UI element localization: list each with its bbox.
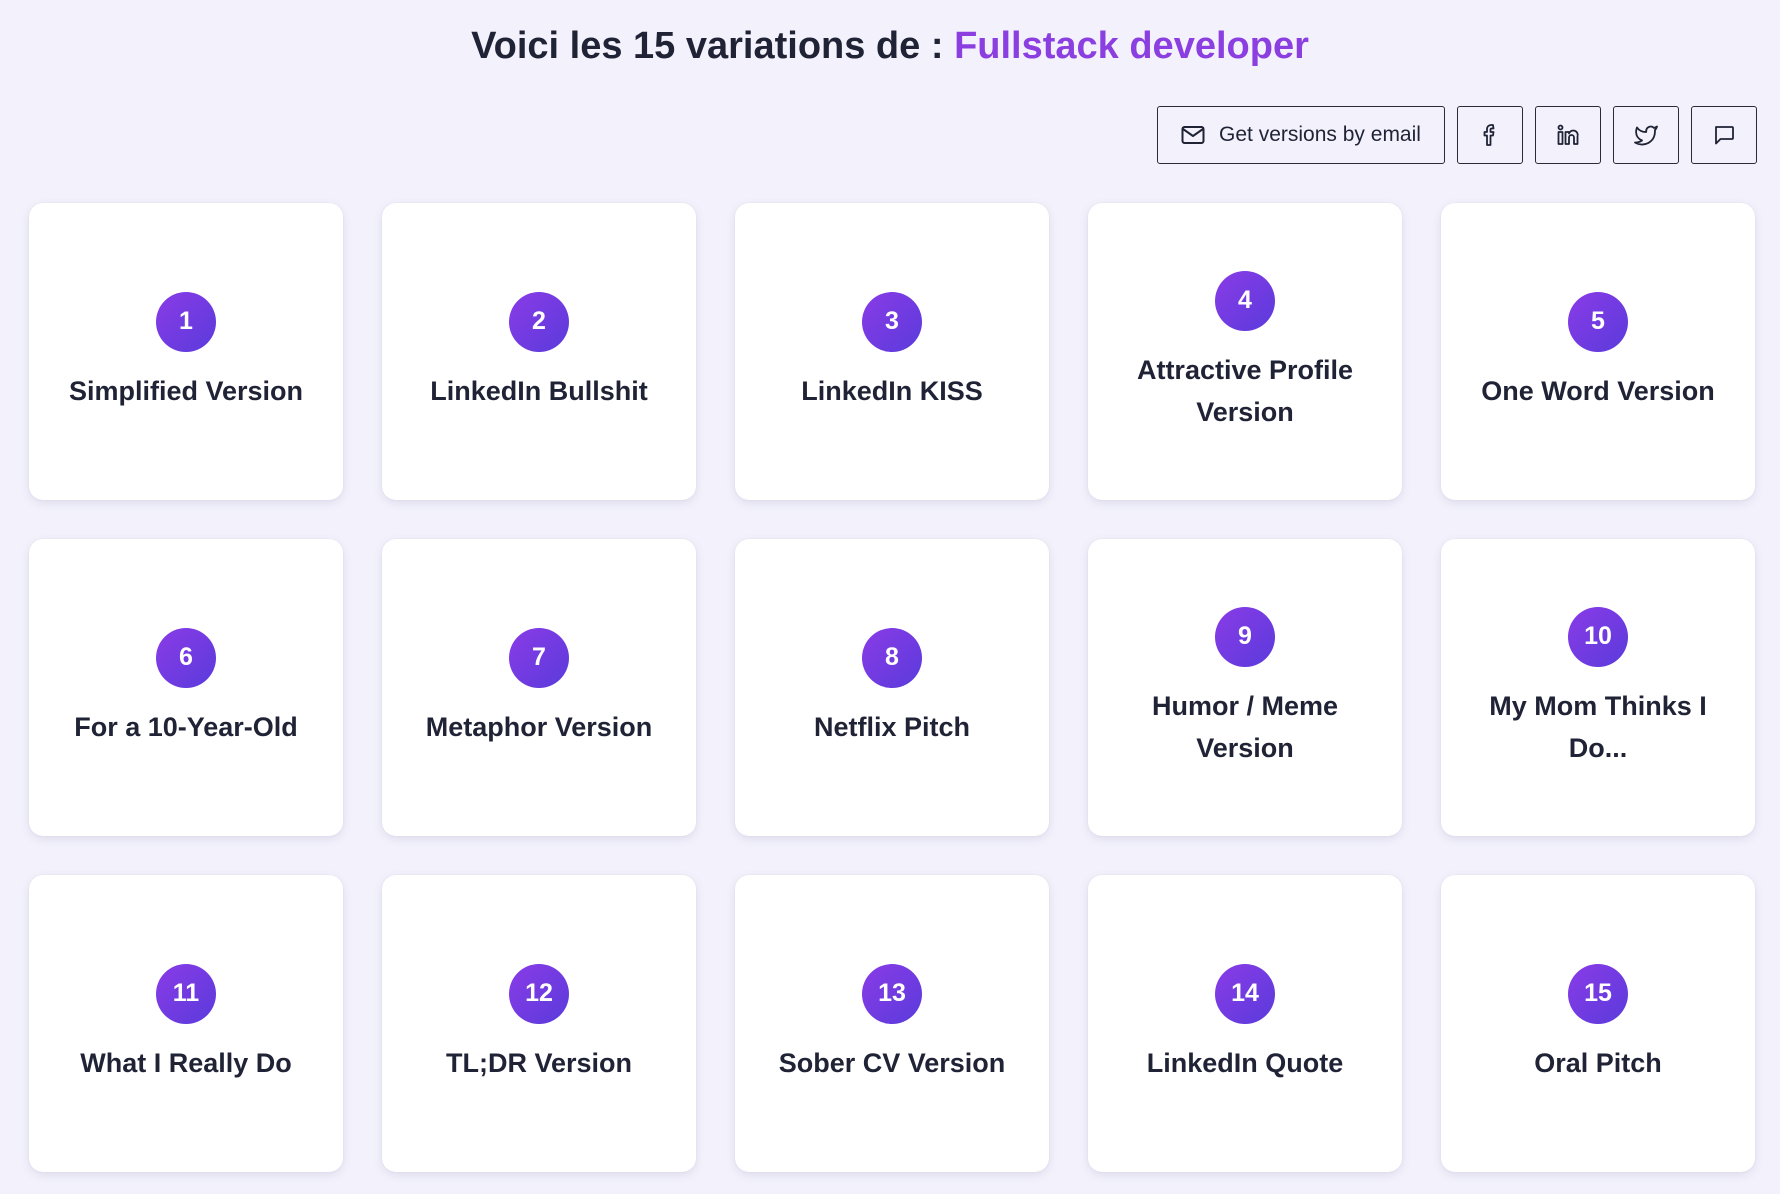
facebook-icon bbox=[1479, 123, 1501, 147]
variation-label: For a 10-Year-Old bbox=[74, 711, 298, 742]
variation-number-badge: 8 bbox=[862, 627, 922, 688]
variation-card[interactable]: 6 For a 10-Year-Old bbox=[29, 539, 343, 836]
variation-label: LinkedIn Bullshit bbox=[430, 375, 648, 406]
variation-card[interactable]: 13 Sober CV Version bbox=[735, 875, 1049, 1172]
variation-number-badge: 3 bbox=[862, 291, 922, 352]
variation-label: Oral Pitch bbox=[1534, 1047, 1662, 1078]
variation-card[interactable]: 1 Simplified Version bbox=[29, 203, 343, 500]
variation-card[interactable]: 5 One Word Version bbox=[1441, 203, 1755, 500]
variation-number-badge: 13 bbox=[862, 963, 922, 1024]
variation-number-badge: 12 bbox=[509, 963, 569, 1024]
variation-card[interactable]: 2 LinkedIn Bullshit bbox=[382, 203, 696, 500]
variations-grid: 1 Simplified Version 2 LinkedIn Bullshit 3… bbox=[29, 203, 1755, 1172]
variation-number-badge: 6 bbox=[156, 627, 216, 688]
variation-card[interactable]: 7 Metaphor Version bbox=[382, 539, 696, 836]
variation-label: Netflix Pitch bbox=[813, 711, 971, 742]
get-versions-by-email-button[interactable]: Get versions by email bbox=[1157, 106, 1445, 164]
variation-label: What I Really Do bbox=[80, 1047, 292, 1078]
twitter-share-button[interactable] bbox=[1613, 106, 1679, 164]
variation-number-badge: 4 bbox=[1215, 270, 1275, 331]
share-actions: Get versions by email bbox=[1157, 106, 1757, 164]
variation-label: Sober CV Version bbox=[778, 1047, 1006, 1078]
twitter-icon bbox=[1633, 124, 1659, 146]
title-prefix: Voici les 15 variations de : bbox=[471, 25, 955, 67]
variation-number-badge: 7 bbox=[509, 627, 569, 688]
variation-number-badge: 9 bbox=[1215, 606, 1275, 667]
variation-card[interactable]: 12 TL;DR Version bbox=[382, 875, 696, 1172]
variation-label: One Word Version bbox=[1481, 375, 1715, 406]
variation-number-badge: 15 bbox=[1568, 963, 1628, 1024]
variation-label: My Mom Thinks I Do... bbox=[1489, 690, 1707, 763]
variation-label: TL;DR Version bbox=[445, 1047, 633, 1078]
variation-label: Metaphor Version bbox=[425, 711, 653, 742]
variation-card[interactable]: 10 My Mom Thinks I Do... bbox=[1441, 539, 1755, 836]
title-highlight: Fullstack developer bbox=[954, 25, 1309, 67]
variation-number-badge: 2 bbox=[509, 291, 569, 352]
variation-card[interactable]: 15 Oral Pitch bbox=[1441, 875, 1755, 1172]
variation-card[interactable]: 8 Netflix Pitch bbox=[735, 539, 1049, 836]
variation-card[interactable]: 11 What I Really Do bbox=[29, 875, 343, 1172]
message-icon bbox=[1713, 124, 1735, 146]
variation-label: Humor / Meme Version bbox=[1151, 690, 1339, 763]
variation-number-badge: 5 bbox=[1568, 291, 1628, 352]
variation-card[interactable]: 14 LinkedIn Quote bbox=[1088, 875, 1402, 1172]
linkedin-icon bbox=[1556, 123, 1580, 147]
message-share-button[interactable] bbox=[1691, 106, 1757, 164]
variation-card[interactable]: 9 Humor / Meme Version bbox=[1088, 539, 1402, 836]
variation-label: LinkedIn Quote bbox=[1146, 1047, 1344, 1078]
variation-label: Attractive Profile Version bbox=[1136, 354, 1354, 427]
variation-label: Simplified Version bbox=[68, 375, 304, 406]
mail-icon bbox=[1181, 125, 1205, 145]
variation-card[interactable]: 3 LinkedIn KISS bbox=[735, 203, 1049, 500]
linkedin-share-button[interactable] bbox=[1535, 106, 1601, 164]
facebook-share-button[interactable] bbox=[1457, 106, 1523, 164]
variation-number-badge: 11 bbox=[156, 963, 216, 1024]
email-button-label: Get versions by email bbox=[1219, 123, 1421, 146]
variation-number-badge: 10 bbox=[1568, 606, 1628, 667]
variation-card[interactable]: 4 Attractive Profile Version bbox=[1088, 203, 1402, 500]
variation-label: LinkedIn KISS bbox=[801, 375, 983, 406]
page-title: Voici les 15 variations de : Fullstack d… bbox=[0, 22, 1780, 70]
variation-number-badge: 1 bbox=[156, 291, 216, 352]
variation-number-badge: 14 bbox=[1215, 963, 1275, 1024]
